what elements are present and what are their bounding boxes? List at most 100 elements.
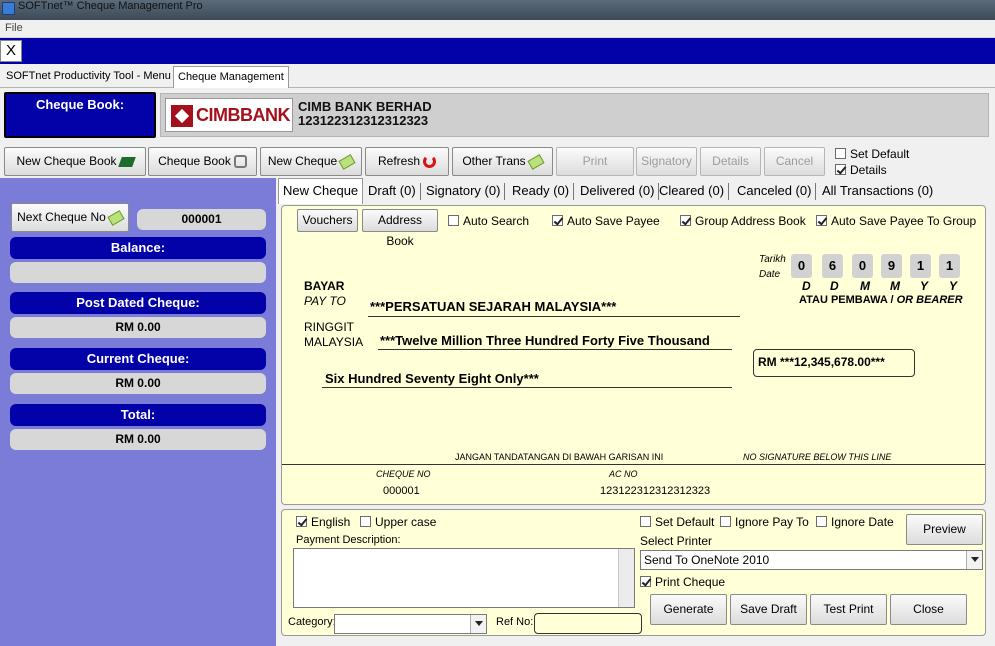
- checkbox-box: [680, 215, 691, 226]
- cheque-icon: [338, 153, 356, 170]
- payee-name[interactable]: ***PERSATUAN SEJARAH MALAYSIA***: [370, 299, 616, 314]
- group-address-book-checkbox[interactable]: Group Address Book: [680, 214, 806, 228]
- amount-box: RM ***12,345,678.00***: [753, 349, 915, 377]
- chevron-down-icon: [470, 615, 486, 633]
- amount-words-line1: ***Twelve Million Three Hundred Forty Fi…: [380, 333, 710, 348]
- tab-all-transactions[interactable]: All Transactions (0): [822, 181, 933, 203]
- menu-file[interactable]: File: [5, 22, 23, 34]
- tab-cleared[interactable]: Cleared (0): [659, 181, 730, 203]
- new-cheque-book-button[interactable]: New Cheque Book: [4, 147, 146, 176]
- tab-menu[interactable]: SOFTnet Productivity Tool - Menu: [2, 66, 175, 88]
- cheque-icon: [527, 153, 545, 170]
- set-default-label: Set Default: [850, 147, 910, 161]
- app-icon: [2, 2, 15, 15]
- checkbox-box: [835, 148, 846, 159]
- total-value: RM 0.00: [10, 429, 266, 450]
- close-button[interactable]: Close: [890, 594, 967, 625]
- tab-signatory[interactable]: Signatory (0): [426, 181, 506, 203]
- auto-search-label: Auto Search: [463, 214, 530, 228]
- english-checkbox[interactable]: English: [296, 515, 350, 529]
- refresh-button[interactable]: Refresh: [365, 147, 449, 176]
- test-print-button[interactable]: Test Print: [810, 594, 887, 625]
- bank-name: CIMB BANK BERHAD: [298, 99, 432, 114]
- upper-case-checkbox[interactable]: Upper case: [360, 515, 436, 529]
- account-number: 123122312312312323: [298, 113, 429, 128]
- tab-canceled[interactable]: Canceled (0): [737, 181, 817, 203]
- checkbox-box: [296, 516, 307, 527]
- scrollbar[interactable]: [618, 549, 634, 607]
- ref-no-label: Ref No:: [496, 616, 534, 628]
- close-icon[interactable]: X: [0, 40, 22, 62]
- set-default-checkbox[interactable]: Set Default: [640, 515, 714, 529]
- payment-description-input[interactable]: [293, 548, 635, 608]
- address-book-button[interactable]: Address Book: [362, 209, 438, 248]
- new-cheque-button[interactable]: New Cheque: [260, 147, 362, 176]
- other-trans-button[interactable]: Other Trans: [452, 147, 553, 176]
- tarikh-label: Tarikh: [759, 254, 786, 265]
- cancel-button[interactable]: Cancel: [764, 147, 825, 176]
- refresh-label: Refresh: [377, 154, 421, 168]
- checkbox-box: [816, 516, 827, 527]
- current-cheque-value: RM 0.00: [10, 373, 266, 394]
- set-default-toolbar-checkbox[interactable]: Set Default: [835, 147, 909, 161]
- cheque-book-button[interactable]: Cheque Book: [148, 147, 257, 176]
- cheque-book-label: Cheque Book:: [4, 92, 156, 138]
- tab-cheque-management[interactable]: Cheque Management: [173, 66, 289, 88]
- ac-no-label: AC NO: [609, 469, 638, 479]
- vouchers-button[interactable]: Vouchers: [297, 209, 358, 232]
- date-format-letter: M: [860, 279, 870, 293]
- generate-button[interactable]: Generate: [650, 594, 727, 625]
- date-digit: 9: [881, 254, 902, 278]
- upper-case-label: Upper case: [375, 515, 437, 529]
- post-dated-header: Post Dated Cheque:: [10, 292, 266, 314]
- signatory-button[interactable]: Signatory: [636, 147, 697, 176]
- auto-save-payee-checkbox[interactable]: Auto Save Payee: [552, 214, 660, 228]
- auto-search-checkbox[interactable]: Auto Search: [448, 214, 529, 228]
- checkbox-box: [640, 576, 651, 587]
- tab-new-cheque[interactable]: New Cheque: [278, 178, 364, 204]
- tab-draft[interactable]: Draft (0): [368, 181, 421, 203]
- summary-panel: Next Cheque No 000001 Balance: Post Date…: [0, 178, 276, 646]
- category-select[interactable]: [334, 614, 487, 634]
- date-format-letter: Y: [920, 279, 929, 293]
- new-cheque-label: New Cheque: [267, 154, 338, 168]
- tab-delivered[interactable]: Delivered (0): [580, 181, 660, 203]
- auto-save-payee-label: Auto Save Payee: [567, 214, 660, 228]
- title-bar: SOFTnet™ Cheque Management Pro: [0, 0, 995, 20]
- ignore-pay-to-checkbox[interactable]: Ignore Pay To: [720, 515, 809, 529]
- print-button[interactable]: Print: [556, 147, 634, 176]
- tab-ready[interactable]: Ready (0): [512, 181, 575, 203]
- next-cheque-label: Next Cheque No: [17, 210, 106, 224]
- cheque-icon: [107, 209, 125, 226]
- options-panel: English Upper case Payment Description: …: [281, 509, 986, 636]
- amount-words-line: [378, 349, 732, 350]
- post-dated-value: RM 0.00: [10, 317, 266, 338]
- auto-save-payee-group-checkbox[interactable]: Auto Save Payee To Group: [816, 214, 976, 228]
- ac-no-value: 123122312312312323: [600, 485, 711, 497]
- bearer-ms: ATAU PEMBAWA /: [799, 294, 897, 306]
- total-header: Total:: [10, 404, 266, 426]
- details-checkbox[interactable]: Details: [835, 163, 887, 177]
- details-button[interactable]: Details: [700, 147, 761, 176]
- date-format-letter: D: [802, 279, 811, 293]
- category-label: Category:: [288, 616, 336, 628]
- date-format-letter: Y: [949, 279, 958, 293]
- print-cheque-checkbox[interactable]: Print Cheque: [640, 575, 725, 589]
- preview-button[interactable]: Preview: [906, 514, 983, 545]
- ref-no-input[interactable]: [534, 613, 642, 634]
- next-cheque-no-button[interactable]: Next Cheque No: [11, 203, 129, 232]
- checkbox-box: [360, 516, 371, 527]
- printer-select[interactable]: Send To OneNote 2010: [640, 550, 983, 570]
- print-cheque-label: Print Cheque: [655, 575, 726, 589]
- balance-value: [10, 262, 266, 283]
- bearer-label: ATAU PEMBAWA / OR BEARER: [799, 294, 963, 306]
- checkbox-box: [835, 164, 846, 175]
- signature-note-en: NO SIGNATURE BELOW THIS LINE: [743, 452, 892, 462]
- checkbox-box: [640, 516, 651, 527]
- ignore-date-label: Ignore Date: [831, 515, 894, 529]
- bank-logo: CIMBBANK: [165, 98, 293, 132]
- pay-to-label: PAY TO: [304, 294, 346, 308]
- ignore-date-checkbox[interactable]: Ignore Date: [816, 515, 894, 529]
- save-draft-button[interactable]: Save Draft: [730, 594, 807, 625]
- details-label: Details: [850, 163, 887, 177]
